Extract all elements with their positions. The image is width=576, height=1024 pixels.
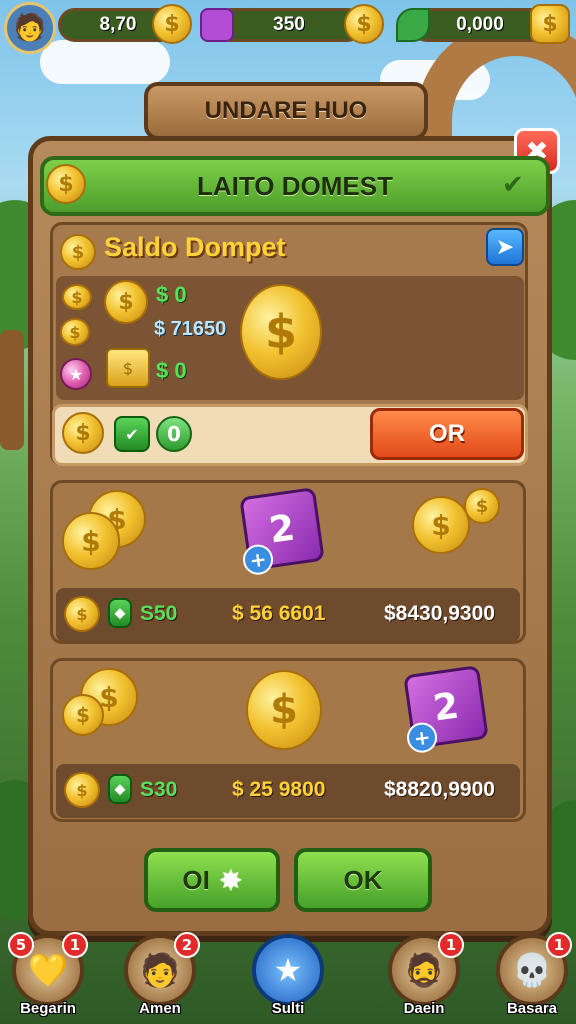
arrow-right-icon: ➤ [495, 234, 515, 260]
gold-bar-icon: $ [106, 348, 150, 388]
oi-button-label: OI [182, 864, 210, 895]
panel-title: UNDARE HUO [204, 97, 368, 124]
star-icon: ★ [252, 934, 324, 1006]
leaf-count: 0,000 [456, 14, 504, 35]
nav-label: Sulti [271, 1000, 305, 1017]
coin-icon: $ [60, 234, 96, 270]
confirm-button-label: OR [429, 420, 465, 447]
nav-item-amen[interactable]: 🧑 2 Amen [120, 932, 200, 1024]
coin-icon: $ [62, 284, 92, 310]
coin-stack-icon: $ $ [404, 488, 504, 572]
notification-badge: 5 [8, 932, 34, 958]
nav-item-begarin[interactable]: 💛 5 1 Begarin [8, 932, 88, 1024]
notification-badge: 2 [174, 932, 200, 958]
nav-label: Daein [403, 1000, 445, 1017]
notification-badge: 1 [546, 932, 572, 958]
offer-amount: S30 [140, 778, 178, 801]
wallet-value-main: $ 71650 [154, 318, 227, 340]
panel-title-plate: UNDARE HUO [144, 82, 428, 140]
offer-price-mid: $ 25 9800 [232, 778, 326, 801]
leaf-icon [396, 8, 430, 42]
resource-bar: 🧑 8,70 $ 350 $ 0,000 $ [0, 0, 576, 54]
player-avatar[interactable]: 🧑 [4, 2, 56, 54]
nav-label: Basara [506, 1000, 558, 1017]
offer-price-mid: $ 56 6601 [232, 602, 326, 625]
oi-button[interactable]: OI ✸ [144, 848, 280, 912]
sparkle-icon: ✸ [219, 864, 242, 895]
action-value: 0 [167, 422, 181, 446]
wallet-title: Saldo Dompet [104, 232, 286, 262]
nav-label: Begarin [20, 1000, 76, 1017]
nav-item-basara[interactable]: 💀 1 Basara [492, 932, 572, 1024]
tree-trunk [0, 330, 24, 450]
green-tag-icon: ⬥ [108, 598, 132, 628]
coin-count: 8,70 [99, 14, 137, 35]
pink-coin-icon: ★ [60, 358, 92, 390]
nav-label: Amen [139, 1000, 181, 1017]
wallet-value-bottom: $ 0 [156, 358, 187, 383]
gem-counter: 350 [214, 8, 364, 42]
coin-icon: $ [152, 4, 192, 44]
nav-item-sulti[interactable]: ★ Sulti [248, 934, 328, 1024]
ticket-card-icon: 2 + [239, 487, 325, 577]
banner-title: LAITO DOMEST [197, 170, 393, 201]
coin-stack-icon[interactable]: $ [530, 4, 570, 44]
coin-icon: $ [62, 412, 104, 454]
nav-item-daein[interactable]: 🧔 1 Daein [384, 932, 464, 1024]
leaf-counter: 0,000 [410, 8, 550, 42]
coin-icon: $ [60, 318, 90, 346]
ticket-card-icon: 2 + [403, 665, 489, 755]
green-tag-icon: ⬥ [108, 774, 132, 804]
gem-count: 350 [273, 14, 305, 35]
offer-amount: S50 [140, 602, 178, 625]
offer-price-right: $8820,9900 [384, 778, 495, 801]
coin-stack-icon: $ $ [62, 668, 162, 752]
ok-button-label: OK [343, 864, 383, 895]
large-coin-icon: $ [246, 670, 322, 750]
coin-stack-icon: $ $ [62, 488, 162, 572]
value-badge: 0 [156, 416, 192, 452]
gem-icon [200, 8, 234, 42]
section-banner: LAITO DOMEST [40, 156, 550, 216]
notification-badge: 1 [438, 932, 464, 958]
coin-icon: $ [64, 596, 100, 632]
notification-badge: 1 [62, 932, 88, 958]
coin-icon: $ [344, 4, 384, 44]
coin-icon: $ [104, 280, 148, 324]
confirm-button[interactable]: OR [370, 408, 524, 460]
next-arrow-button[interactable]: ➤ [486, 228, 524, 266]
coin-icon: $ [46, 164, 86, 204]
wallet-value-top: $ 0 [156, 282, 187, 307]
offer-price-right: $8430,9300 [384, 602, 495, 625]
coin-icon: $ [64, 772, 100, 808]
ok-button[interactable]: OK [294, 848, 432, 912]
large-coin-icon: $ [240, 284, 322, 380]
green-tag-icon: ✔ [114, 416, 150, 452]
chevron-down-icon[interactable]: ✔ [502, 170, 524, 200]
